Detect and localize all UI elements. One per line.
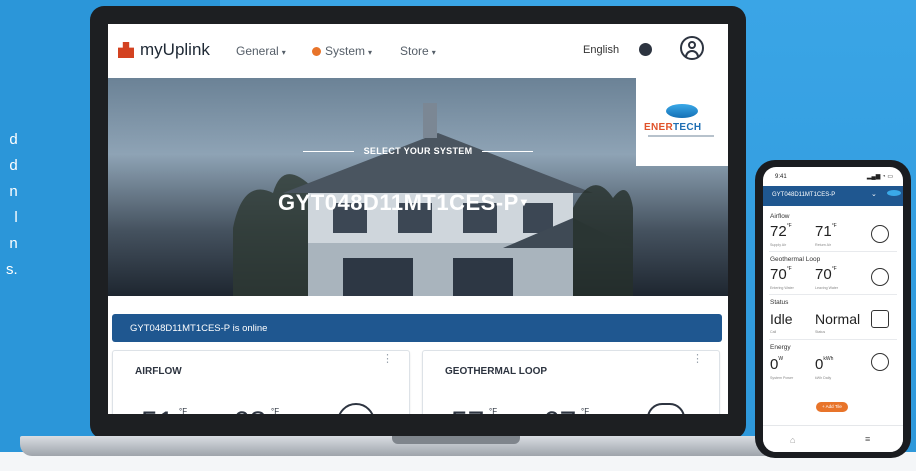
- system-status-dot: [312, 47, 321, 56]
- divider: [303, 150, 354, 152]
- fan-icon: [871, 225, 889, 243]
- phone-value: 70°F: [770, 266, 792, 283]
- fan-icon: [337, 403, 375, 414]
- card-value: 51: [141, 406, 174, 414]
- nav-general[interactable]: General ▾: [236, 44, 286, 58]
- home-icon[interactable]: ⌂: [790, 435, 795, 445]
- side-text-fragment: d d n l n s.: [6, 131, 18, 278]
- phone-status-bar: 9:41 ▂▄▆ ◔ ▭: [763, 167, 903, 186]
- phone-value: 0W: [770, 356, 784, 373]
- brand-logo-box: ENERTECH: [636, 78, 728, 166]
- phone-value: Normal: [815, 311, 861, 327]
- card-unit: °F: [271, 407, 280, 414]
- phone-value-caption: Entering Water: [770, 286, 794, 290]
- select-system-row: SELECT YOUR SYSTEM: [303, 146, 534, 156]
- globe-icon[interactable]: [639, 43, 652, 56]
- phone-section-label: Energy: [770, 344, 791, 351]
- card-unit: °F: [581, 407, 590, 414]
- phone-value-caption: Status: [815, 330, 826, 334]
- card-title: GEOTHERMAL LOOP: [445, 366, 548, 377]
- language-selector[interactable]: English: [583, 44, 619, 56]
- system-selector[interactable]: GYT048D11MT1CES-P ▾: [278, 190, 527, 216]
- brand-swoosh-icon: [887, 190, 901, 196]
- phone-value-caption: kWh Daily: [815, 376, 832, 380]
- app-name: myUplink: [140, 40, 210, 59]
- phone-value: 0kWh: [815, 356, 834, 373]
- card-title: AIRFLOW: [135, 366, 182, 377]
- chevron-down-icon: ⌄: [871, 191, 877, 198]
- brand-tagline-line: [648, 135, 714, 137]
- phone-section-label: Geothermal Loop: [770, 256, 821, 263]
- caret-down-icon: ▾: [368, 48, 373, 57]
- phone-screen: 9:41 ▂▄▆ ◔ ▭ GYT048D11MT1CES-P ⌄ Airflow…: [763, 167, 903, 452]
- top-navbar: myUplink General ▾ System ▾ Store ▾ English: [108, 24, 728, 78]
- brand-name: ENERTECH: [644, 122, 702, 133]
- signal-battery-icon: ▂▄▆ ◔ ▭: [866, 174, 893, 180]
- card-value: 57: [451, 406, 484, 414]
- brand-swoosh-icon: [666, 104, 698, 118]
- phone-value-caption: Leaving Water: [815, 286, 839, 290]
- phone-value-caption: Return Air: [815, 243, 831, 247]
- phone-bottom-nav: ⌂ ≡: [763, 425, 903, 452]
- phone-value-caption: Call: [770, 330, 777, 334]
- geothermal-loop-icon: [871, 268, 889, 286]
- lightbulb-icon: [871, 353, 889, 371]
- phone-value: 72°F: [770, 223, 792, 240]
- home-icon: [118, 42, 134, 58]
- caret-down-icon: ▾: [281, 48, 286, 57]
- clipboard-icon: [871, 310, 889, 328]
- phone-system-header[interactable]: GYT048D11MT1CES-P ⌄: [763, 186, 903, 206]
- divider: [769, 251, 897, 252]
- card-unit: °F: [489, 407, 498, 414]
- phone-system-name: GYT048D11MT1CES-P: [772, 192, 836, 198]
- user-avatar-icon[interactable]: [680, 36, 704, 60]
- divider: [482, 150, 534, 152]
- card-value: 68: [233, 406, 266, 414]
- card-value: 67: [543, 406, 576, 414]
- phone-value-caption: System Power: [770, 376, 794, 380]
- more-vertical-icon[interactable]: ⋮: [382, 354, 393, 365]
- nav-system[interactable]: System ▾: [312, 44, 372, 58]
- phone-section-label: Airflow: [770, 213, 790, 220]
- hero-banner: ENERTECH SELECT YOUR SYSTEM GYT048D11MT1…: [108, 78, 728, 296]
- phone-value-caption: Supply Air: [770, 243, 787, 247]
- divider: [769, 339, 897, 340]
- nav-store[interactable]: Store ▾: [400, 44, 436, 58]
- phone-time: 9:41: [775, 174, 787, 180]
- select-system-label: SELECT YOUR SYSTEM: [363, 146, 473, 156]
- menu-icon[interactable]: ≡: [865, 434, 870, 444]
- phone-value: 70°F: [815, 266, 837, 283]
- airflow-card[interactable]: AIRFLOW ⋮ 51 °F 68 °F: [112, 350, 410, 414]
- more-vertical-icon[interactable]: ⋮: [692, 354, 703, 365]
- add-tile-button[interactable]: + Add Tile: [816, 402, 848, 412]
- geothermal-loop-icon: [647, 403, 685, 414]
- status-banner: GYT048D11MT1CES-P is online: [112, 314, 722, 342]
- caret-down-icon: ▾: [520, 195, 528, 209]
- phone-value: Idle: [770, 311, 793, 327]
- status-message: GYT048D11MT1CES-P is online: [130, 323, 268, 334]
- phone-section-label: Status: [770, 299, 789, 306]
- geothermal-loop-card[interactable]: GEOTHERMAL LOOP ⋮ 57 °F 67 °F: [422, 350, 720, 414]
- card-unit: °F: [179, 407, 188, 414]
- laptop-base-notch: [392, 436, 520, 444]
- laptop-screen: myUplink General ▾ System ▾ Store ▾ English: [108, 24, 728, 414]
- phone-value: 71°F: [815, 223, 837, 240]
- divider: [769, 294, 897, 295]
- app-logo[interactable]: myUplink: [118, 40, 210, 60]
- caret-down-icon: ▾: [431, 48, 436, 57]
